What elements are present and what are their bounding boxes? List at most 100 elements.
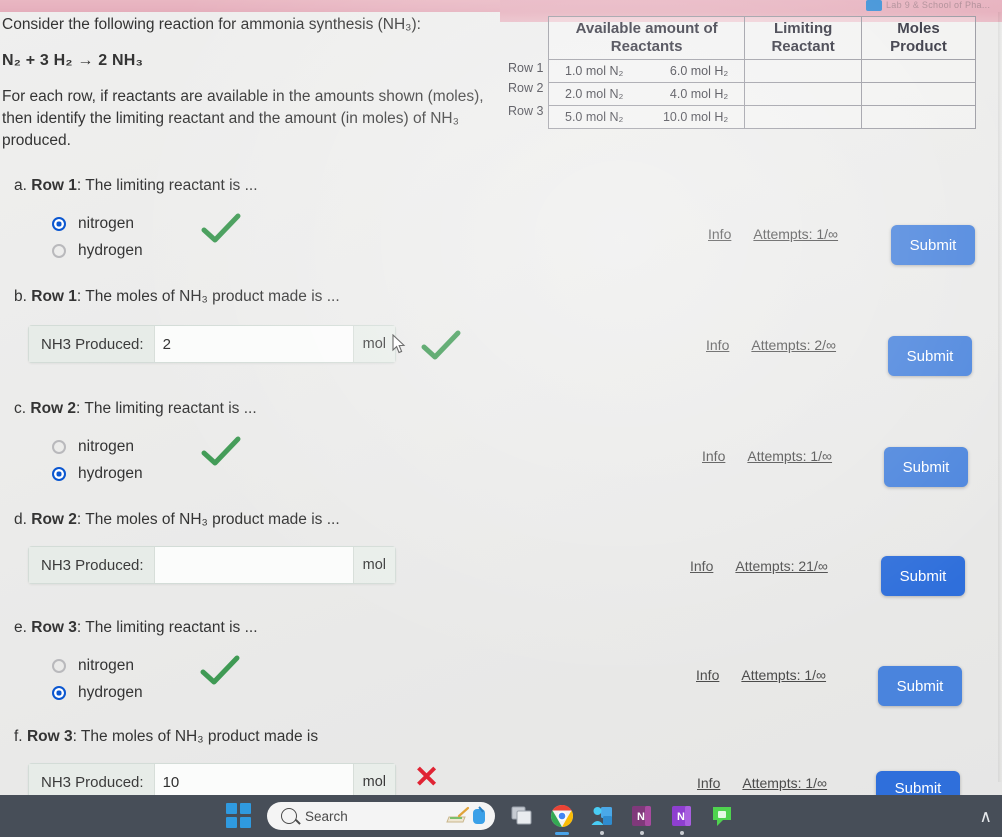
attempts-link-d[interactable]: Attempts: 21/∞	[735, 558, 827, 574]
table-cell-reactants-1: 1.0 mol N₂ 6.0 mol H₂	[547, 59, 746, 83]
correct-check-icon-a	[200, 213, 242, 247]
info-link-c[interactable]: Info	[702, 448, 725, 464]
info-link-e[interactable]: Info	[696, 667, 719, 683]
radio-button-icon[interactable]	[52, 216, 66, 231]
teams-icon[interactable]	[589, 803, 615, 835]
table-header-moles-product: Moles Product	[861, 16, 976, 60]
attempts-link-a[interactable]: Attempts: 1/∞	[753, 226, 838, 242]
nh3-input-d[interactable]	[154, 547, 353, 583]
cell-n2-1: 1.0 mol N₂	[565, 64, 624, 78]
submit-button-b[interactable]: Submit	[888, 336, 972, 376]
attempts-link-b[interactable]: Attempts: 2/∞	[751, 337, 836, 353]
teams-running-indicator	[600, 831, 604, 835]
question-b-letter: b.	[14, 288, 27, 305]
attempts-link-f[interactable]: Attempts: 1/∞	[742, 775, 827, 791]
table-cell-product-1	[861, 59, 976, 83]
whatsapp-icon[interactable]	[709, 803, 735, 829]
radio-option-nitrogen-e[interactable]: nitrogen	[52, 652, 143, 679]
taskbar-search-box[interactable]: Search	[267, 802, 495, 830]
question-f-letter: f.	[14, 728, 23, 745]
table-cell-limiting-1	[744, 59, 862, 83]
onenote-2-running-indicator	[680, 831, 684, 835]
onenote-2-icon[interactable]: N	[669, 803, 695, 835]
task-view-icon[interactable]	[509, 803, 535, 829]
nh3-unit-b: mol	[352, 326, 395, 362]
radio-option-nitrogen-c[interactable]: nitrogen	[52, 433, 143, 460]
radio-button-icon[interactable]	[52, 243, 66, 258]
info-link-a[interactable]: Info	[708, 226, 731, 242]
correct-check-icon-b	[420, 330, 462, 364]
question-a-row: Row 1	[31, 177, 77, 194]
attempts-link-c[interactable]: Attempts: 1/∞	[747, 448, 832, 464]
svg-text:N: N	[677, 811, 685, 823]
correct-check-icon-e	[199, 655, 241, 689]
cell-n2-3: 5.0 mol N₂	[565, 110, 624, 124]
radio-button-icon[interactable]	[52, 658, 66, 673]
radio-option-hydrogen-e[interactable]: hydrogen	[52, 679, 143, 706]
question-c-text: : The limiting reactant is ...	[76, 400, 257, 417]
radio-button-icon[interactable]	[52, 685, 66, 700]
svg-text:N: N	[637, 811, 645, 823]
question-d-text: : The moles of NH₃ product made is ...	[76, 511, 340, 528]
question-a-radio-group[interactable]: nitrogen hydrogen	[52, 210, 143, 264]
info-link-d[interactable]: Info	[690, 558, 713, 574]
question-c-letter: c.	[14, 400, 27, 417]
question-d-row: Row 2	[31, 511, 77, 528]
question-e-row: Row 3	[31, 619, 77, 636]
table-cell-reactants-3: 5.0 mol N₂ 10.0 mol H₂	[547, 105, 746, 129]
prompt-line-1: Consider the following reaction for ammo…	[2, 16, 421, 33]
nh3-input-b[interactable]: 2	[154, 326, 353, 362]
radio-button-icon[interactable]	[52, 439, 66, 454]
info-link-f[interactable]: Info	[697, 775, 720, 791]
correct-check-icon-c	[200, 436, 242, 470]
chrome-icon[interactable]	[549, 803, 575, 835]
question-e-radio-group[interactable]: nitrogen hydrogen	[52, 652, 143, 706]
question-a-letter: a.	[14, 177, 27, 194]
table-row: 2.0 mol N₂ 4.0 mol H₂	[547, 82, 976, 106]
start-button-icon[interactable]	[226, 803, 252, 829]
chemical-equation: N₂ + 3 H₂ → 2 NH₃	[2, 52, 144, 69]
nh3-unit-d: mol	[352, 547, 395, 583]
chevron-up-icon[interactable]: ∧	[980, 808, 992, 825]
submit-button-a[interactable]: Submit	[891, 225, 975, 265]
table-row-label-3: Row 3	[508, 104, 544, 118]
radio-label-hydrogen: hydrogen	[78, 464, 143, 482]
reactants-table: Available amount of Reactants Limiting R…	[547, 16, 976, 129]
attempts-link-e[interactable]: Attempts: 1/∞	[741, 667, 826, 683]
submit-button-c[interactable]: Submit	[884, 447, 968, 487]
screenshot-root: Lab 9 & School of Pha... Consider the fo…	[0, 0, 1002, 837]
table-row-label-1: Row 1	[508, 61, 544, 75]
prompt-line-3: For each row, if reactants are available…	[2, 88, 484, 149]
radio-label-hydrogen: hydrogen	[78, 241, 143, 259]
radio-option-nitrogen-a[interactable]: nitrogen	[52, 210, 143, 237]
chrome-active-indicator	[555, 832, 569, 835]
question-c-radio-group[interactable]: nitrogen hydrogen	[52, 433, 143, 487]
radio-option-hydrogen-a[interactable]: hydrogen	[52, 237, 143, 264]
question-e-letter: e.	[14, 619, 27, 636]
radio-label-nitrogen: nitrogen	[78, 656, 135, 674]
submit-button-e[interactable]: Submit	[878, 666, 962, 706]
info-link-b[interactable]: Info	[706, 337, 729, 353]
radio-button-icon[interactable]	[52, 466, 66, 481]
table-cell-reactants-2: 2.0 mol N₂ 4.0 mol H₂	[547, 82, 746, 106]
question-c-row: Row 2	[30, 400, 77, 417]
radio-label-hydrogen: hydrogen	[78, 683, 143, 701]
cell-n2-2: 2.0 mol N₂	[565, 87, 624, 101]
ghost-app-chip-icon	[866, 0, 882, 11]
incorrect-cross-icon-f: ✕	[414, 761, 440, 794]
question-b-text: : The moles of NH₃ product made is ...	[76, 288, 340, 305]
windows-taskbar: Search N N ∧	[0, 795, 1002, 837]
question-b-row: Row 1	[31, 288, 77, 305]
nh3-field-label-b: NH3 Produced:	[29, 326, 155, 362]
question-f-text: : The moles of NH₃ product made is	[72, 728, 319, 745]
table-header-limiting: Limiting Reactant	[744, 16, 862, 60]
table-cell-limiting-2	[744, 82, 862, 106]
cell-h2-3: 10.0 mol H₂	[662, 110, 729, 124]
radio-option-hydrogen-c[interactable]: hydrogen	[52, 460, 143, 487]
table-cell-product-3	[861, 105, 976, 129]
nh3-field-b[interactable]: NH3 Produced: 2 mol	[28, 325, 396, 363]
search-icon	[281, 808, 297, 824]
submit-button-d[interactable]: Submit	[881, 556, 965, 596]
nh3-field-d[interactable]: NH3 Produced: mol	[28, 546, 396, 584]
onenote-icon[interactable]: N	[629, 803, 655, 835]
